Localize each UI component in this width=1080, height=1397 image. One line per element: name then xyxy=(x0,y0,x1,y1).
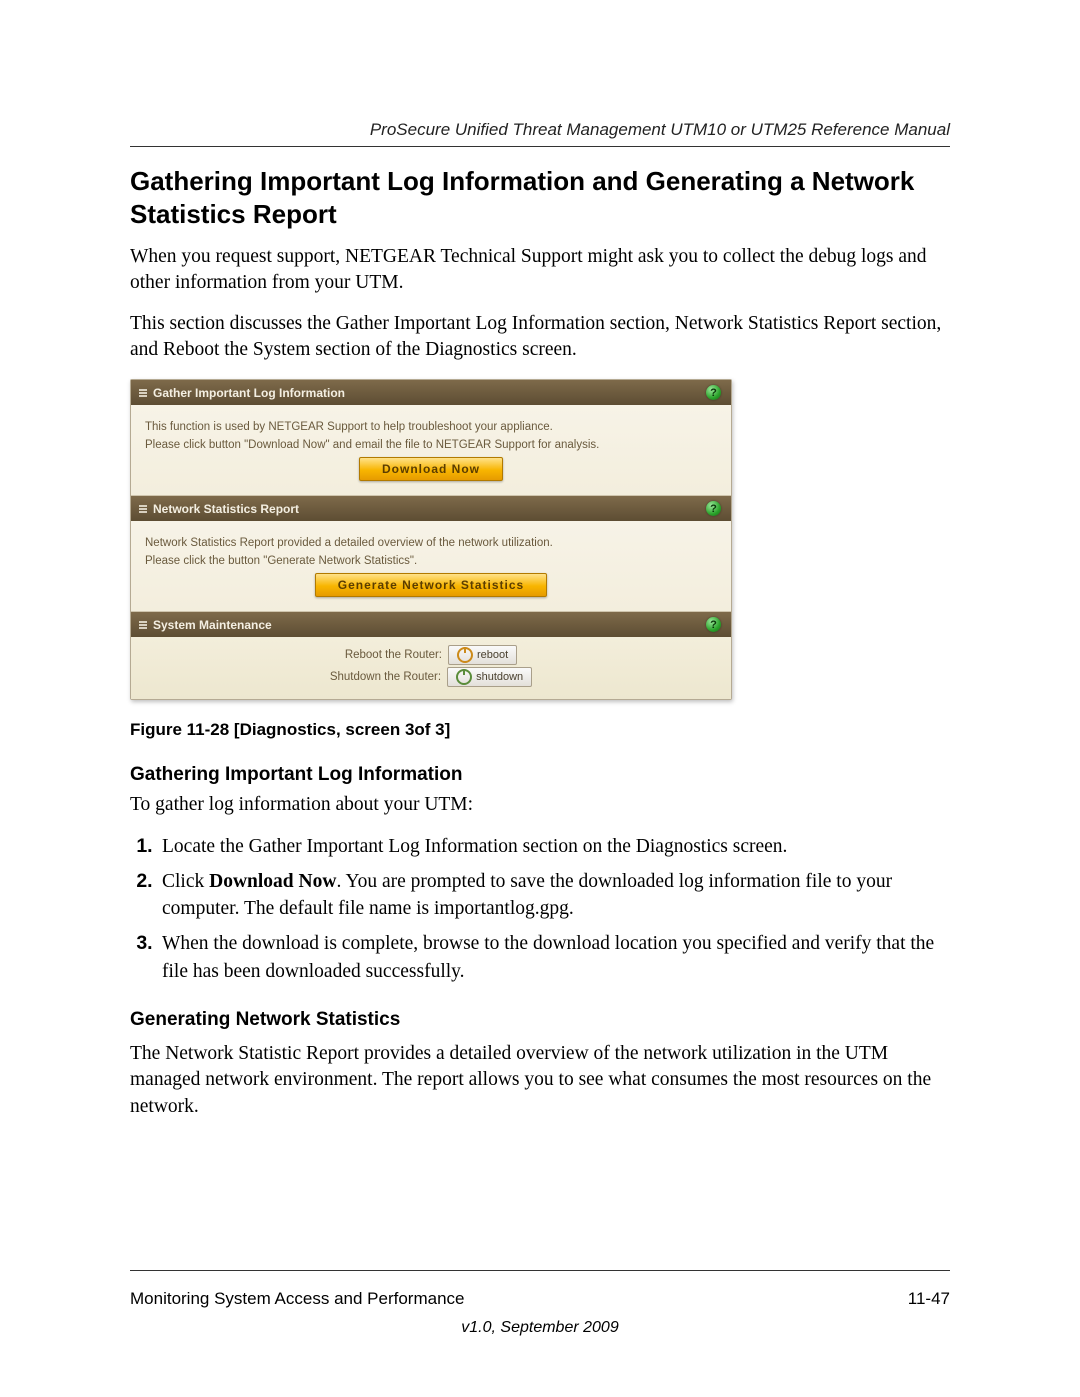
shutdown-button[interactable]: shutdown xyxy=(447,667,532,687)
sub1-lead: To gather log information about your UTM… xyxy=(130,792,950,818)
shutdown-btn-label: shutdown xyxy=(476,671,523,683)
intro-paragraph-2: This section discusses the Gather Import… xyxy=(130,311,950,364)
sub2-para: The Network Statistic Report provides a … xyxy=(130,1041,950,1120)
subhead-log-info: Gathering Important Log Information xyxy=(130,764,950,786)
panel-network-stats: Network Statistics Report ? Network Stat… xyxy=(131,495,731,611)
power-icon xyxy=(456,669,472,685)
panel-stats-title: Network Statistics Report xyxy=(153,502,299,516)
reboot-icon xyxy=(457,647,473,663)
panel-stats-body: Network Statistics Report provided a det… xyxy=(131,521,731,611)
panel-maint-title: System Maintenance xyxy=(153,618,272,632)
panel-stats-head: Network Statistics Report ? xyxy=(131,496,731,521)
reboot-button[interactable]: reboot xyxy=(448,645,517,665)
help-icon[interactable]: ? xyxy=(706,617,721,632)
reboot-label: Reboot the Router: xyxy=(345,649,442,661)
panel-maint-head: System Maintenance ? xyxy=(131,612,731,637)
shutdown-row: Shutdown the Router: shutdown xyxy=(145,667,717,687)
step-2: Click Download Now. You are prompted to … xyxy=(158,868,950,923)
footer-row: Monitoring System Access and Performance… xyxy=(130,1289,950,1309)
steps-list: Locate the Gather Important Log Informat… xyxy=(130,833,950,985)
footer-rule xyxy=(130,1270,950,1271)
subhead-network-stats: Generating Network Statistics xyxy=(130,1009,950,1031)
panel-log-title: Gather Important Log Information xyxy=(153,386,345,400)
panel-log-line1: This function is used by NETGEAR Support… xyxy=(145,421,717,433)
section-title: Gathering Important Log Information and … xyxy=(130,165,950,230)
step-2b: Download Now xyxy=(209,871,336,892)
panel-stats-line1: Network Statistics Report provided a det… xyxy=(145,537,717,549)
figure-wrap: Gather Important Log Information ? This … xyxy=(130,379,950,700)
shutdown-label: Shutdown the Router: xyxy=(330,671,441,683)
generate-stats-button[interactable]: Generate Network Statistics xyxy=(315,573,547,597)
help-icon[interactable]: ? xyxy=(706,385,721,400)
footer-left: Monitoring System Access and Performance xyxy=(130,1289,464,1309)
reboot-row: Reboot the Router: reboot xyxy=(145,645,717,665)
step-1: Locate the Gather Important Log Informat… xyxy=(158,833,950,860)
help-icon[interactable]: ? xyxy=(706,501,721,516)
footer-block: Monitoring System Access and Performance… xyxy=(130,1264,950,1337)
panel-stats-line2: Please click the button "Generate Networ… xyxy=(145,555,717,567)
document-page: ProSecure Unified Threat Management UTM1… xyxy=(0,0,1080,1397)
footer-version: v1.0, September 2009 xyxy=(130,1319,950,1337)
panel-log-body: This function is used by NETGEAR Support… xyxy=(131,405,731,495)
step-2a: Click xyxy=(162,871,209,892)
figure-caption: Figure 11-28 [Diagnostics, screen 3of 3] xyxy=(130,720,950,740)
intro-paragraph-1: When you request support, NETGEAR Techni… xyxy=(130,244,950,297)
panel-log-line2: Please click button "Download Now" and e… xyxy=(145,439,717,451)
panel-log-info: Gather Important Log Information ? This … xyxy=(131,380,731,495)
download-now-button[interactable]: Download Now xyxy=(359,457,503,481)
header-rule xyxy=(130,146,950,147)
panel-maint-body: Reboot the Router: reboot Shutdown the R… xyxy=(131,637,731,699)
step-3: When the download is complete, browse to… xyxy=(158,930,950,985)
panel-system-maintenance: System Maintenance ? Reboot the Router: … xyxy=(131,611,731,699)
page-number: 11-47 xyxy=(908,1289,950,1309)
running-head: ProSecure Unified Threat Management UTM1… xyxy=(130,120,950,140)
diagnostics-figure: Gather Important Log Information ? This … xyxy=(130,379,732,700)
reboot-btn-label: reboot xyxy=(477,649,508,661)
panel-log-head: Gather Important Log Information ? xyxy=(131,380,731,405)
